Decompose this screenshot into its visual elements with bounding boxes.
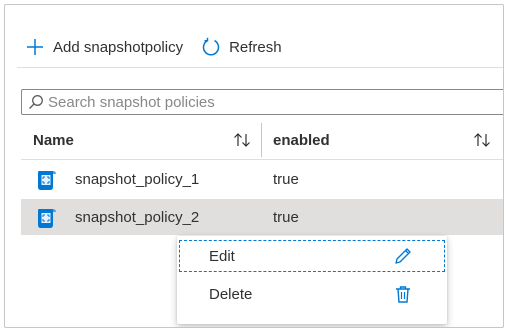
refresh-label: Refresh <box>229 38 282 56</box>
menu-item-edit[interactable]: Edit <box>177 238 447 274</box>
column-header-name[interactable]: Name <box>33 121 74 159</box>
trash-icon <box>396 286 410 303</box>
policy-document-icon <box>38 209 56 228</box>
policy-enabled: true <box>273 170 299 188</box>
sort-icon[interactable] <box>233 132 251 148</box>
search-icon <box>29 95 43 109</box>
column-header-enabled[interactable]: enabled <box>273 121 330 159</box>
refresh-button[interactable]: Refresh <box>201 37 282 57</box>
snapshot-policies-panel: Add snapshotpolicy Refresh Name enabled <box>4 4 504 328</box>
search-input[interactable] <box>44 93 503 111</box>
menu-item-label: Delete <box>209 285 253 303</box>
policy-document-icon <box>38 171 56 190</box>
table-header: Name enabled <box>21 121 503 160</box>
search-box[interactable] <box>21 89 503 115</box>
toolbar: Add snapshotpolicy Refresh <box>25 33 300 61</box>
add-snapshotpolicy-label: Add snapshotpolicy <box>53 38 184 56</box>
pencil-icon <box>395 248 411 264</box>
add-snapshotpolicy-button[interactable]: Add snapshotpolicy <box>25 37 183 57</box>
context-menu: Edit Delete <box>177 236 447 324</box>
menu-item-delete[interactable]: Delete <box>177 276 447 312</box>
policy-enabled: true <box>273 208 299 226</box>
menu-item-label: Edit <box>209 247 235 265</box>
table-row[interactable]: snapshot_policy_1 true <box>21 161 503 197</box>
policy-name: snapshot_policy_2 <box>75 208 200 226</box>
toolbar-divider <box>17 67 503 68</box>
refresh-icon <box>202 37 220 56</box>
plus-icon <box>27 39 43 55</box>
column-divider[interactable] <box>261 123 262 157</box>
sort-icon[interactable] <box>473 132 491 148</box>
policy-name: snapshot_policy_1 <box>75 170 200 188</box>
table-row[interactable]: snapshot_policy_2 true <box>21 199 503 235</box>
